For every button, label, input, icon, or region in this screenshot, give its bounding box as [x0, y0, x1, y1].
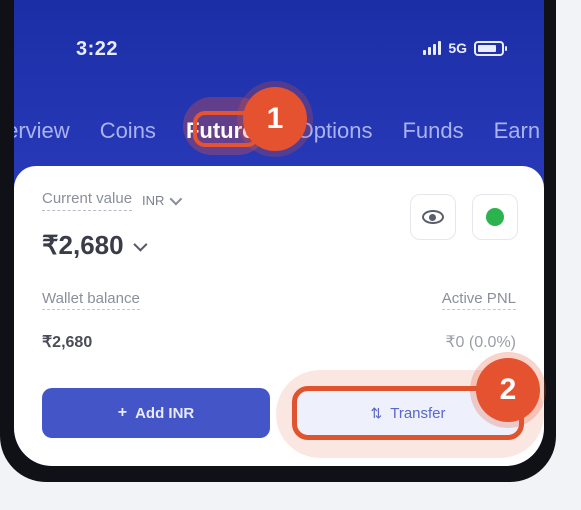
add-inr-label: Add INR — [135, 404, 195, 422]
active-pnl-value: ₹0 (0.0%) — [445, 334, 516, 351]
current-value-label: Current value — [42, 190, 133, 211]
chevron-down-icon — [169, 192, 183, 206]
active-pnl-label: Active PNL — [441, 290, 516, 310]
battery-icon — [474, 40, 507, 56]
current-value-amount: ₹2,680 — [42, 230, 124, 260]
plus-icon: + — [117, 404, 128, 421]
transfer-icon: ⇅ — [370, 404, 383, 421]
status-time: 3:22 — [76, 38, 119, 60]
whatsapp-icon — [486, 208, 504, 226]
step-badge-1: 1 — [243, 87, 307, 151]
wallet-balance-value: ₹2,680 — [42, 334, 93, 351]
tab-overview[interactable]: Overview — [14, 114, 70, 148]
whatsapp-button[interactable] — [472, 194, 518, 240]
wallet-balance-label: Wallet balance — [42, 290, 140, 310]
tab-funds[interactable]: Funds — [402, 114, 463, 148]
toggle-visibility-button[interactable] — [410, 194, 456, 240]
tab-options[interactable]: Options — [297, 114, 373, 148]
currency-value: INR — [142, 193, 165, 208]
current-value-row: Current value INR — [42, 190, 183, 211]
eye-icon — [422, 210, 444, 224]
transfer-label: Transfer — [390, 404, 446, 422]
chevron-down-icon — [132, 237, 148, 252]
tab-coins[interactable]: Coins — [100, 114, 156, 148]
status-indicators: 5G — [423, 40, 507, 56]
currency-select[interactable]: INR — [142, 192, 183, 208]
signal-icon — [423, 41, 442, 55]
network-label: 5G — [448, 40, 467, 56]
current-value-display[interactable]: ₹2,680 — [42, 230, 148, 261]
step-badge-2: 2 — [476, 358, 540, 422]
status-bar: 3:22 5G — [14, 34, 544, 66]
futures-wallet-card: Current value INR ₹2,680 Wallet balance … — [14, 166, 544, 466]
tab-earn[interactable]: Earn — [494, 114, 540, 148]
app-screen: 3:22 5G Overview Coins Futures Options F… — [14, 0, 544, 466]
phone-frame: 3:22 5G Overview Coins Futures Options F… — [0, 0, 556, 482]
add-inr-button[interactable]: + Add INR — [42, 388, 270, 438]
